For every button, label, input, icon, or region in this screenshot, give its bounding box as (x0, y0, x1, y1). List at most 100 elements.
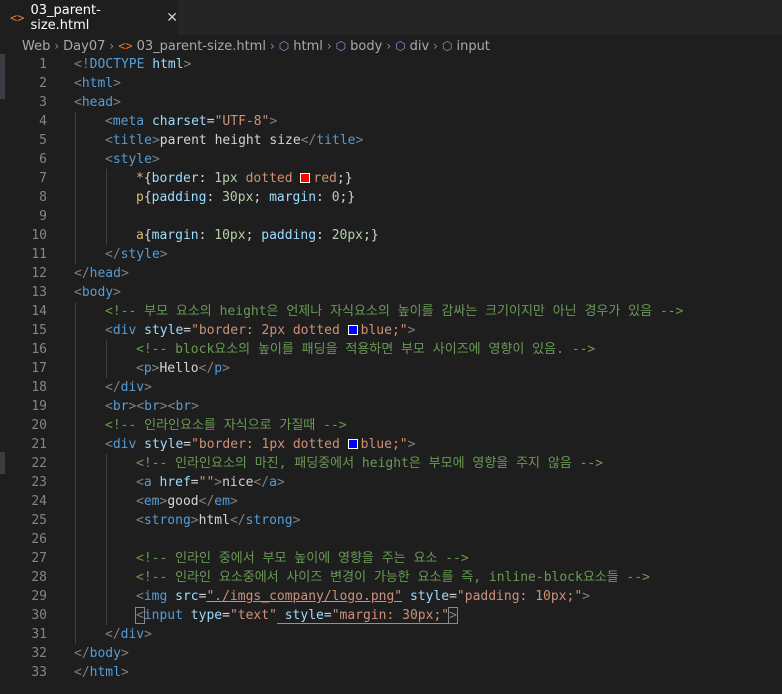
code-token: = (222, 608, 230, 623)
line-number: 10 (31, 228, 47, 243)
breadcrumb-item-day07[interactable]: Day07 (63, 39, 105, 54)
code-token: > (151, 152, 160, 167)
code-line[interactable]: 26 (0, 530, 782, 549)
code-text: <html> (74, 74, 121, 93)
code-token: = (206, 114, 215, 129)
code-token: head (81, 95, 114, 110)
code-line[interactable]: 10 a{margin: 10px; padding: 20px;} (0, 226, 782, 245)
code-token: = (449, 589, 457, 604)
code-line[interactable]: 14 <!-- 부모 요소의 height은 언제나 자식요소의 높이를 감싸는 … (0, 302, 782, 321)
code-token: nice (222, 475, 254, 490)
code-line[interactable]: 8 p{padding: 30px; margin: 0;} (0, 188, 782, 207)
line-number: 19 (31, 399, 47, 414)
code-token: </ (198, 361, 215, 376)
code-token: > (214, 475, 223, 490)
line-number: 7 (39, 171, 47, 186)
code-line[interactable]: 31 </div> (0, 625, 782, 644)
code-text: <!-- 인라인 중에서 부모 높이에 영향을 주는 요소 --> (136, 549, 469, 568)
code-token: "UTF-8" (214, 114, 270, 129)
code-line[interactable]: 16 <!-- block요소의 높이를 패딩을 적용하면 부모 사이즈에 영향이… (0, 340, 782, 359)
code-line[interactable]: 23 <a href="">nice</a> (0, 473, 782, 492)
code-token: = (190, 475, 199, 490)
code-token: : (316, 190, 332, 205)
code-token: title (316, 133, 356, 148)
code-line[interactable]: 11 </style> (0, 245, 782, 264)
code-line[interactable]: 13 <body> (0, 283, 782, 302)
indent-guide (75, 131, 76, 150)
code-token: { (143, 190, 152, 205)
code-line[interactable]: 24 <em>good</em> (0, 492, 782, 511)
tab-03-parent-size[interactable]: <> 03_parent-size.html ✕ (0, 0, 178, 35)
code-line[interactable]: 4 <meta charset="UTF-8"> (0, 112, 782, 131)
code-line[interactable]: 18 </div> (0, 378, 782, 397)
line-number: 11 (31, 247, 47, 262)
code-text: p{padding: 30px; margin: 0;} (136, 188, 355, 207)
code-line[interactable]: 9 (0, 207, 782, 226)
indent-guide (75, 454, 76, 473)
code-line[interactable]: 3 <head> (0, 93, 782, 112)
code-token: style (144, 323, 184, 338)
code-token: border (151, 171, 199, 186)
indent-guide (75, 169, 76, 188)
code-text: <p>Hello</p> (136, 359, 230, 378)
code-token: 0 (331, 190, 340, 205)
code-token: padding (151, 190, 207, 205)
close-icon[interactable]: ✕ (166, 10, 178, 26)
code-token: > (355, 133, 364, 148)
code-line[interactable]: 28 <!-- 인라인 요소중에서 사이즈 변경이 가능한 요소를 즉, inli… (0, 568, 782, 587)
html-file-icon: <> (118, 38, 133, 53)
code-token: style (284, 608, 324, 624)
breadcrumb-item-web[interactable]: Web (22, 39, 50, 54)
indent-guide (75, 549, 76, 568)
line-number: 21 (31, 437, 47, 452)
breadcrumb-item-input[interactable]: ⬡ input (442, 39, 490, 54)
code-token: br (144, 399, 160, 414)
indent-guide (75, 112, 76, 131)
tab-bar: <> 03_parent-size.html ✕ (0, 0, 782, 35)
line-number: 29 (31, 589, 47, 604)
breadcrumb-item-03-parent-size-html[interactable]: <> 03_parent-size.html (118, 39, 266, 54)
code-line[interactable]: 29 <img src = "./imgs_company/logo.png" sty… (0, 587, 782, 606)
code-line[interactable]: 12 </head> (0, 264, 782, 283)
code-line[interactable]: 2 <html> (0, 74, 782, 93)
code-line[interactable]: 30 <input type="text" style="margin: 30px… (0, 606, 782, 625)
code-line[interactable]: 32 </body> (0, 644, 782, 663)
code-token: charset (151, 114, 207, 129)
indent-guide (106, 226, 107, 245)
code-line[interactable]: 20 <!-- 인라인요소를 자식으로 가질때 --> (0, 416, 782, 435)
chevron-right-icon: › (54, 39, 60, 53)
code-line[interactable]: 5 <title>parent height size</title> (0, 131, 782, 150)
code-line[interactable]: 17 <p>Hello</p> (0, 359, 782, 378)
breadcrumb-item-body[interactable]: ⬡ body (336, 39, 383, 54)
indent-guide (75, 188, 76, 207)
code-line[interactable]: 33 </html> (0, 663, 782, 682)
breadcrumb-item-html[interactable]: ⬡ html (279, 39, 323, 54)
code-line[interactable]: 27 <!-- 인라인 중에서 부모 높이에 영향을 주는 요소 --> (0, 549, 782, 568)
code-line[interactable]: 1 <!DOCTYPE html> (0, 55, 782, 74)
code-line[interactable]: 25 <strong>html</strong> (0, 511, 782, 530)
code-token: html (89, 665, 121, 680)
code-token: red (313, 171, 337, 186)
code-editor[interactable]: 1 <!DOCTYPE html> 2 <html> 3 <head> 4 <meta cha… (0, 54, 782, 694)
code-token: body (81, 285, 114, 300)
code-line[interactable]: 7 *{border: 1px dotted red;} (0, 169, 782, 188)
code-line[interactable]: 21 <div style="border: 1px dotted blue;"> (0, 435, 782, 454)
breadcrumb-item-div[interactable]: ⬡ div (395, 39, 429, 54)
color-swatch-icon[interactable] (300, 173, 311, 183)
breadcrumb-label: Web (22, 38, 51, 54)
code-token: input (143, 608, 183, 623)
code-token: padding (261, 228, 317, 243)
indent-guide (106, 568, 107, 587)
code-line[interactable]: 15 <div style="border: 2px dotted blue;"> (0, 321, 782, 340)
color-swatch-icon[interactable] (347, 439, 358, 449)
code-line[interactable]: 22 <!-- 인라인요소의 마진, 패딩중에서 height은 부모에 영향을 … (0, 454, 782, 473)
color-swatch-icon[interactable] (347, 325, 358, 335)
code-token: 10px (214, 228, 246, 243)
code-line[interactable]: 19 <br><br><br> (0, 397, 782, 416)
indent-guide (106, 359, 107, 378)
code-text: <!-- 부모 요소의 height은 언제나 자식요소의 높이를 감싸는 크기… (105, 302, 683, 321)
code-text: </div> (105, 625, 152, 644)
code-token: < (105, 133, 113, 148)
indent-guide (106, 587, 107, 606)
code-line[interactable]: 6 <style> (0, 150, 782, 169)
